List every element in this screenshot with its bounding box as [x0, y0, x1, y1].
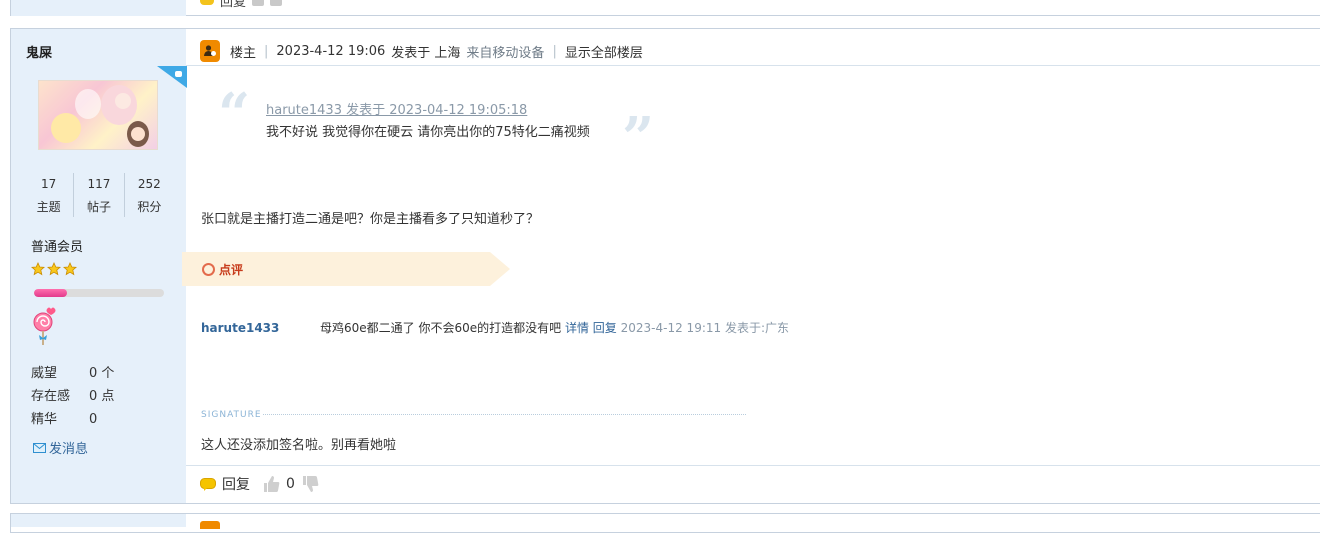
post-device: 来自移动设备 [466, 45, 545, 61]
open-quote-icon: “ [218, 81, 251, 147]
user-group[interactable]: 普通会员 [31, 236, 83, 255]
author-name[interactable]: 鬼屎 [26, 42, 52, 61]
quote-meta-link[interactable]: harute1433 发表于 2023-04-12 19:05:18 [266, 99, 527, 118]
star-icon [31, 262, 45, 276]
rank-stars [31, 262, 77, 276]
signature-label: SIGNATURE [201, 410, 262, 420]
comment-time: 2023-4-12 19:11 发表于:广东 [620, 321, 789, 335]
footer-divider [186, 465, 1320, 466]
post-header: 楼主 | 2023-4-12 19:06 发表于 上海 来自移动设备 | 显示全… [200, 38, 643, 64]
separator: | [264, 43, 269, 59]
lollipop-medal-icon[interactable] [31, 305, 59, 349]
quote-text: 我不好说 我觉得你在硬云 请你亮出你的75特化二痛视频 [266, 125, 590, 140]
stat-threads[interactable]: 17 主题 [24, 173, 73, 217]
comments-header: 点评 [202, 261, 243, 278]
stat-posts[interactable]: 117 帖子 [73, 173, 123, 217]
avatar[interactable] [38, 80, 158, 150]
profile-presence: 存在感 0 点 [31, 389, 115, 404]
send-message-link[interactable]: 发消息 [33, 438, 88, 457]
previous-reply-label[interactable]: 回复 [220, 0, 246, 10]
profile-prestige: 威望 0 个 [31, 366, 115, 381]
reply-bubble-icon[interactable] [200, 477, 216, 491]
separator: | [552, 43, 557, 59]
mail-icon [33, 442, 46, 453]
comment-item: 母鸡60e都二通了 你不会60e的打造都没有吧 详情 回复 2023-4-12 … [320, 319, 789, 336]
op-label: 楼主 [230, 45, 257, 61]
level-progress-fill [34, 289, 67, 297]
comment-reply-link[interactable]: 回复 [593, 321, 617, 335]
star-icon [47, 262, 61, 276]
signature-text: 这人还没添加签名啦。别再看她啦 [201, 438, 397, 453]
author-profile: 威望 0 个 存在感 0 点 精华 0 [31, 362, 114, 431]
comment-text: 母鸡60e都二通了 你不会60e的打造都没有吧 [320, 321, 562, 335]
next-post-sidebar [11, 514, 186, 527]
level-progress-bar [34, 289, 164, 297]
android-device-icon [157, 66, 187, 88]
comment-ring-icon [202, 263, 215, 276]
op-user-icon [200, 40, 220, 62]
next-op-badge [200, 521, 220, 529]
previous-post-sidebar [11, 0, 186, 16]
comment-user-link[interactable]: harute1433 [201, 321, 279, 335]
post-actions: 回复 0 [200, 472, 319, 496]
like-count: 0 [286, 476, 295, 492]
reply-button[interactable]: 回复 [222, 474, 250, 494]
thumb-down-icon[interactable] [301, 475, 319, 493]
post-message: 张口就是主播打造二通是吧？你是主播看多了只知道秒了？ [201, 212, 540, 227]
previous-post-actions: 回复 [200, 0, 283, 10]
send-message-label: 发消息 [49, 442, 89, 457]
signature-divider [263, 414, 746, 415]
comments-label: 点评 [219, 263, 244, 277]
comment-detail-link[interactable]: 详情 [565, 321, 589, 335]
star-icon [63, 262, 77, 276]
author-stats: 17 主题 117 帖子 252 积分 [24, 173, 174, 217]
profile-digest: 精华 0 [31, 412, 98, 427]
thumb-up-icon[interactable] [252, 0, 265, 6]
thumb-down-icon[interactable] [270, 0, 283, 6]
reply-bubble-icon[interactable] [200, 0, 214, 5]
thumb-up-icon[interactable] [262, 475, 280, 493]
post-location: 发表于 上海 [391, 45, 461, 61]
post-datetime: 2023-4-12 19:06 [276, 43, 386, 59]
close-quote-icon: ” [622, 105, 655, 171]
stat-points[interactable]: 252 积分 [123, 173, 174, 217]
header-divider [186, 65, 1320, 66]
show-all-floors-link[interactable]: 显示全部楼层 [565, 42, 643, 61]
